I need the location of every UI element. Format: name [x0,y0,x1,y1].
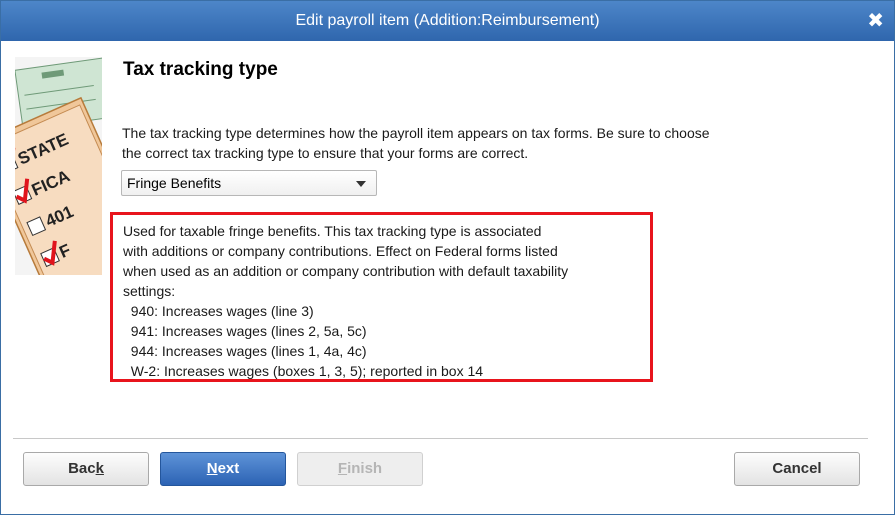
info-line: 940: Increases wages (line 3) [123,303,314,319]
finish-label-post: inish [347,460,383,477]
info-line: when used as an addition or company cont… [123,263,569,279]
cancel-button[interactable]: Cancel [734,452,860,486]
description-text: The tax tracking type determines how the… [122,123,822,163]
dropdown-value: Fringe Benefits [127,175,222,191]
info-line: 941: Increases wages (lines 2, 5a, 5c) [123,323,367,339]
finish-label-accel: F [337,460,348,477]
description-line-1: The tax tracking type determines how the… [122,125,710,141]
tax-type-info-box: Used for taxable fringe benefits. This t… [110,212,653,382]
next-label-accel: N [206,460,218,477]
close-icon[interactable]: ✖ [867,8,884,33]
next-button[interactable]: Next [160,452,286,486]
window-title: Edit payroll item (Addition:Reimbursemen… [295,12,600,29]
dialog-window: Edit payroll item (Addition:Reimbursemen… [0,0,895,515]
footer-divider [13,438,868,440]
info-line: Used for taxable fringe benefits. This t… [123,223,542,239]
info-line: with additions or company contributions.… [123,243,558,259]
tax-forms-illustration: STATE FICA 401 F [15,57,102,275]
next-label-post: ext [217,460,240,477]
back-button[interactable]: Back [23,452,149,486]
finish-button[interactable]: Finish [297,452,423,486]
title-bar[interactable]: Edit payroll item (Addition:Reimbursemen… [1,1,894,41]
page-title: Tax tracking type [123,59,278,80]
tax-tracking-type-dropdown[interactable]: Fringe Benefits [121,170,377,196]
description-line-2: the correct tax tracking type to ensure … [122,145,529,161]
back-label-pre: Bac [68,460,96,477]
chevron-down-icon[interactable] [356,181,366,187]
info-line: W-2: Increases wages (boxes 1, 3, 5); re… [123,363,484,379]
info-line: settings: [123,283,176,299]
back-label-accel: k [95,460,104,477]
info-line: 944: Increases wages (lines 1, 4a, 4c) [123,343,367,359]
